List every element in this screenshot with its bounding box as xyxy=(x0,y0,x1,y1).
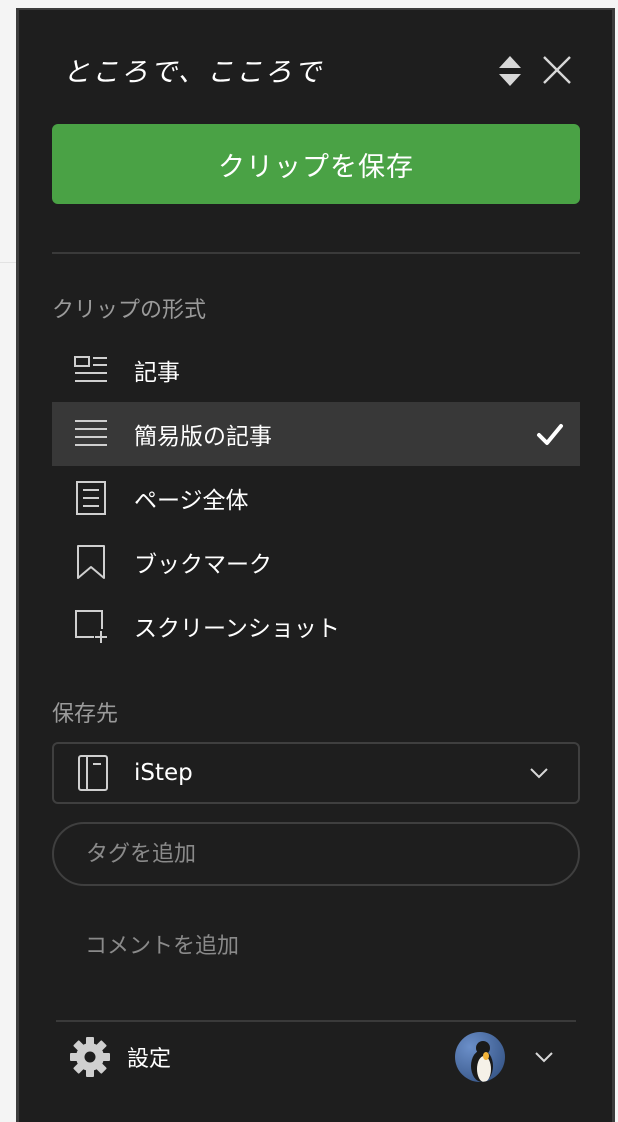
clip-format-option-article[interactable]: 記事 xyxy=(52,338,580,402)
option-label: スクリーンショット xyxy=(134,616,340,642)
save-clip-button[interactable]: クリップを保存 xyxy=(52,124,580,204)
close-icon[interactable] xyxy=(541,54,573,86)
settings-button[interactable]: 設定 xyxy=(69,1036,171,1078)
clip-format-option-simplified-article[interactable]: 簡易版の記事 xyxy=(52,402,580,466)
chevron-down-icon[interactable] xyxy=(533,1050,555,1064)
settings-label: 設定 xyxy=(127,1047,172,1072)
checkmark-icon xyxy=(537,424,563,445)
chevron-down-icon xyxy=(530,768,548,779)
page-title: ところで、こころで xyxy=(63,57,323,88)
destination-label: 保存先 xyxy=(52,702,119,727)
divider xyxy=(52,252,580,254)
option-label: ブックマーク xyxy=(134,552,272,578)
option-label: ページ全体 xyxy=(134,488,249,514)
article-icon xyxy=(74,356,107,382)
up-down-arrows-icon[interactable] xyxy=(497,54,523,88)
clip-format-option-bookmark[interactable]: ブックマーク xyxy=(52,530,580,594)
comment-input[interactable] xyxy=(52,920,615,972)
screenshot-icon xyxy=(75,610,107,643)
clip-format-option-screenshot[interactable]: スクリーンショット xyxy=(52,594,580,658)
notebook-icon xyxy=(78,755,108,791)
bookmark-icon xyxy=(77,545,105,579)
option-label: 簡易版の記事 xyxy=(134,424,272,450)
clip-format-option-full-page[interactable]: ページ全体 xyxy=(52,466,580,530)
tag-input[interactable] xyxy=(52,822,580,886)
gear-icon xyxy=(70,1037,110,1077)
option-label: 記事 xyxy=(134,360,180,386)
clip-format-label: クリップの形式 xyxy=(52,298,207,323)
footer-divider xyxy=(56,1020,576,1022)
notebook-name: iStep xyxy=(134,760,193,786)
full-page-icon xyxy=(76,481,106,515)
simplified-article-icon xyxy=(75,420,107,446)
penguin-avatar-image xyxy=(471,1041,493,1082)
notebook-select[interactable]: iStep xyxy=(52,742,580,804)
avatar[interactable] xyxy=(455,1032,505,1082)
web-clipper-panel: ところで、こころで クリップを保存 クリップの形式 記事 簡易版の記事 ページ全… xyxy=(16,8,615,1122)
